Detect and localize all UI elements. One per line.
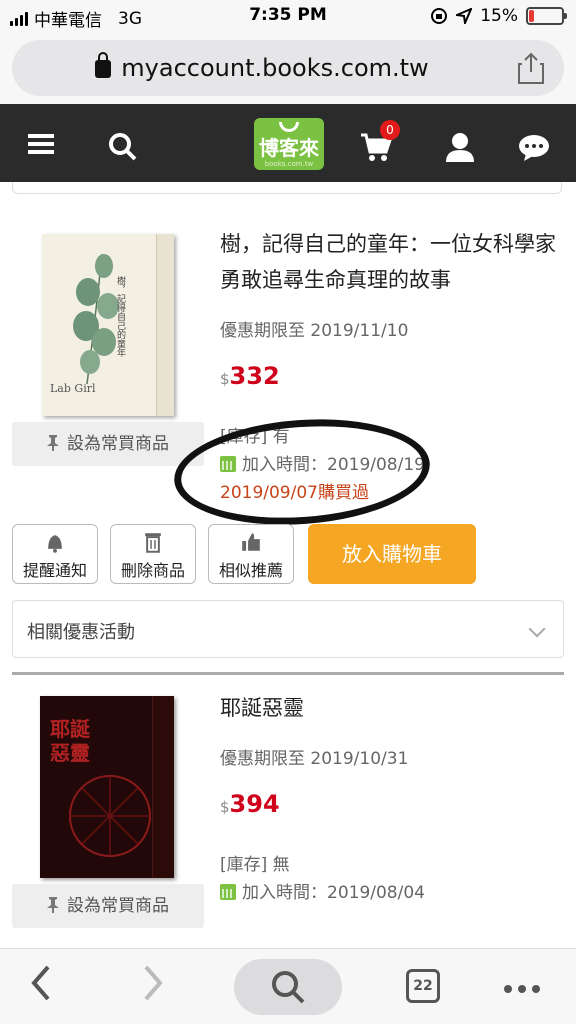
pin-icon <box>47 897 59 913</box>
add-to-cart-button[interactable]: 放入購物車 <box>308 524 476 584</box>
address-bar[interactable]: myaccount.books.com.tw <box>12 40 564 96</box>
cart-count-badge: 0 <box>380 120 400 140</box>
similar-button[interactable]: 相似推薦 <box>208 524 294 584</box>
dark-cover-illustration: 耶誕 惡靈 <box>40 696 152 878</box>
site-header: 博客來 books.com.tw <box>0 104 576 182</box>
url-text: myaccount.books.com.tw <box>121 54 429 82</box>
eucalyptus-illustration: Lab Girl 樹，記得自己的童年 <box>50 253 126 395</box>
orientation-lock-icon <box>431 8 448 24</box>
location-icon <box>456 8 473 24</box>
calendar-icon <box>220 884 236 900</box>
browser-toolbar: myaccount.books.com.tw <box>0 32 576 104</box>
lock-icon <box>95 52 112 78</box>
set-favorite-button[interactable]: 設為常買商品 <box>12 422 204 466</box>
battery-icon <box>526 7 567 25</box>
forward-icon[interactable] <box>140 963 166 1003</box>
tabs-button[interactable]: 22 <box>406 969 440 1003</box>
previous-item-edge <box>12 182 562 194</box>
svg-text:Lab Girl: Lab Girl <box>50 382 96 395</box>
browser-bottom-bar: 22 <box>0 948 576 1024</box>
stock-status: [庫存] 無 <box>220 855 290 875</box>
site-logo[interactable]: 博客來 books.com.tw <box>254 118 324 170</box>
menu-icon[interactable] <box>28 134 54 154</box>
notify-button[interactable]: 提醒通知 <box>12 524 98 584</box>
set-favorite-button[interactable]: 設為常買商品 <box>12 884 204 928</box>
product-price: $394 <box>220 790 280 818</box>
search-button[interactable] <box>234 959 342 1015</box>
added-date: 加入時間：2019/08/04 <box>220 878 425 903</box>
svg-text:耶誕: 耶誕 <box>50 717 90 741</box>
section-divider <box>12 672 564 675</box>
battery-percent: 15% <box>480 6 518 26</box>
product-cover-image[interactable]: Lab Girl 樹，記得自己的童年 <box>42 234 174 416</box>
trash-icon <box>145 533 161 553</box>
pin-icon <box>47 435 59 451</box>
svg-text:樹，記得自己的童年: 樹，記得自己的童年 <box>115 275 126 358</box>
handdrawn-circle-annotation <box>170 411 434 533</box>
bell-icon <box>48 535 62 553</box>
status-bar: 中華電信 3G 7:35 PM 15% <box>0 0 576 32</box>
back-icon[interactable] <box>28 963 54 1003</box>
product-price: $332 <box>220 362 280 390</box>
promo-deadline: 優惠期限至 2019/11/10 <box>220 321 409 341</box>
delete-button[interactable]: 刪除商品 <box>110 524 196 584</box>
svg-text:惡靈: 惡靈 <box>50 741 90 765</box>
user-icon[interactable] <box>446 132 474 162</box>
product-title[interactable]: 樹，記得自己的童年：一位女科學家勇敢追尋生命真理的故事 <box>220 226 560 298</box>
product-cover-image[interactable]: 耶誕 惡靈 <box>40 696 174 878</box>
promo-deadline: 優惠期限至 2019/10/31 <box>220 749 409 769</box>
search-icon[interactable] <box>108 132 138 162</box>
product-title[interactable]: 耶誕惡靈 <box>220 690 560 726</box>
search-icon <box>272 971 305 1004</box>
chevron-down-icon <box>528 620 546 638</box>
share-icon[interactable] <box>518 52 544 84</box>
related-promotions-dropdown[interactable]: 相關優惠活動 <box>12 600 564 658</box>
more-icon[interactable] <box>504 985 540 993</box>
chat-icon[interactable] <box>518 134 550 162</box>
thumbs-up-icon <box>242 533 260 551</box>
